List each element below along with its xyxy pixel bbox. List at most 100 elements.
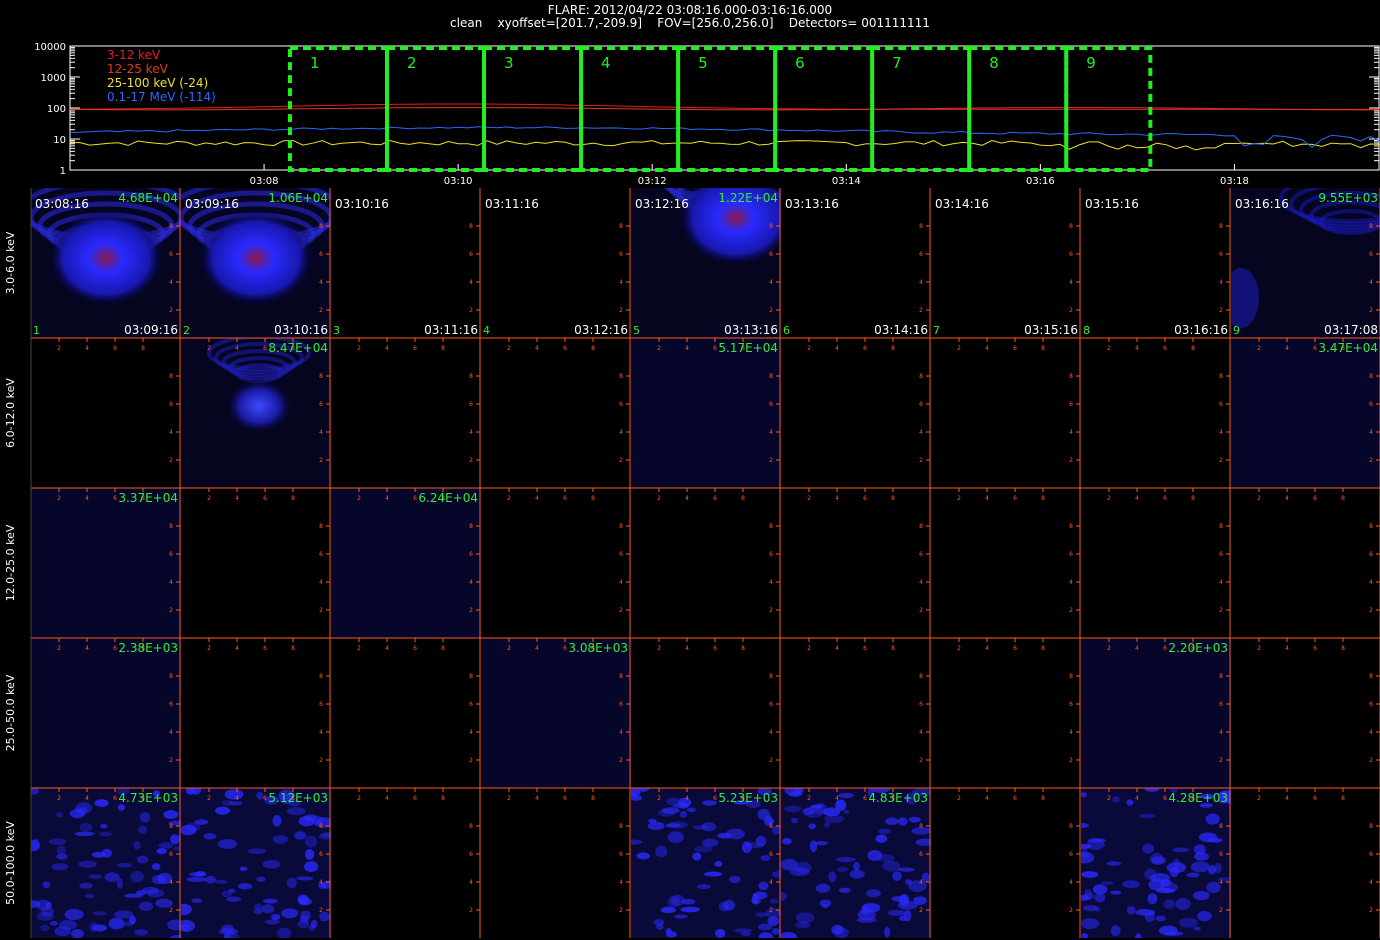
frame-top-tick-label: 2 — [1107, 345, 1111, 352]
noise-speck — [262, 859, 281, 869]
noise-speck — [718, 901, 730, 912]
frame-right-tick-label: 2 — [1369, 607, 1373, 614]
frame-right-tick-label: 6 — [619, 851, 623, 858]
max-value-label: 4.83E+03 — [868, 791, 928, 805]
frame-top-tick-label: 4 — [85, 495, 89, 502]
frame-top-tick-label: 8 — [1191, 495, 1195, 502]
frame-right-tick-label: 4 — [1369, 279, 1373, 286]
noise-speck — [653, 919, 665, 926]
frame-right-tick-label: 6 — [1069, 251, 1073, 258]
noise-speck — [239, 866, 248, 871]
interval-number-label: 2 — [183, 324, 190, 337]
cell-background — [781, 638, 931, 788]
frame-right-tick-label: 8 — [619, 523, 623, 530]
frame-right-tick-label: 4 — [1069, 429, 1073, 436]
frame-right-tick-label: 6 — [1219, 851, 1223, 858]
frame-top-tick-label: 2 — [57, 645, 61, 652]
image-cell: 2 4 6 8 2 4 6 8 — [781, 337, 931, 488]
frame-right-tick-label: 8 — [319, 823, 323, 830]
max-value-label: 9.55E+03 — [1318, 191, 1378, 205]
noise-speck — [696, 883, 711, 890]
frame-top-tick-label: 2 — [657, 345, 661, 352]
frame-right-tick-label: 8 — [169, 223, 173, 230]
image-cell: 2 4 6 824686.24E+04 — [331, 487, 481, 638]
frame-right-tick-label: 6 — [1219, 701, 1223, 708]
frame-right-tick-label: 4 — [319, 729, 323, 736]
noise-speck — [88, 874, 103, 879]
frame-top-tick-label: 6 — [713, 345, 717, 352]
frame-top-tick-label: 2 — [1257, 345, 1261, 352]
frame-right-tick-label: 2 — [1069, 457, 1073, 464]
end-time-label: 03:14:16 — [874, 323, 928, 337]
noise-speck — [861, 902, 881, 913]
frame-top-tick-label: 6 — [263, 795, 267, 802]
frame-top-tick-label: 2 — [357, 495, 361, 502]
max-value-label: 3.47E+04 — [1318, 341, 1378, 355]
noise-speck — [237, 883, 253, 890]
frame-right-tick-label: 4 — [1219, 429, 1223, 436]
frame-top-tick-label: 4 — [535, 345, 539, 352]
cell-background — [181, 638, 331, 788]
frame-top-tick-label: 6 — [563, 345, 567, 352]
noise-speck — [181, 924, 190, 930]
frame-right-tick-label: 4 — [469, 579, 473, 586]
frame-top-tick-label: 6 — [1163, 345, 1167, 352]
noise-speck — [1179, 917, 1198, 928]
frame-right-tick-label: 6 — [469, 701, 473, 708]
cell-background — [631, 638, 781, 788]
frame-top-tick-label: 6 — [1163, 645, 1167, 652]
noise-speck — [1138, 813, 1156, 819]
frame-right-tick-label: 8 — [769, 523, 773, 530]
noise-speck — [1081, 933, 1089, 938]
noise-speck — [272, 834, 288, 844]
start-time-label: 03:16:16 — [1235, 197, 1289, 211]
noise-speck — [188, 872, 207, 877]
noise-speck — [757, 808, 771, 821]
frame-right-tick-label: 2 — [469, 457, 473, 464]
frame-right-tick-label: 4 — [319, 579, 323, 586]
noise-speck — [1081, 871, 1099, 878]
frame-right-tick-label: 4 — [769, 729, 773, 736]
frame-right-tick-label: 2 — [619, 307, 623, 314]
image-cell: 2 4 6 8 2 4 6 8 — [1081, 487, 1231, 638]
noise-speck — [98, 831, 113, 837]
frame-top-tick-label: 6 — [1013, 495, 1017, 502]
frame-top-tick-label: 8 — [1341, 645, 1345, 652]
frame-right-tick-label: 6 — [919, 251, 923, 258]
max-value-label: 3.37E+04 — [118, 491, 178, 505]
noise-speck — [1101, 881, 1114, 886]
noise-speck — [89, 922, 99, 932]
frame-top-tick-label: 4 — [1135, 345, 1139, 352]
noise-speck — [1122, 880, 1140, 889]
frame-right-tick-label: 8 — [919, 673, 923, 680]
frame-right-tick-label: 2 — [1219, 307, 1223, 314]
noise-speck — [679, 810, 688, 818]
max-value-label: 6.24E+04 — [418, 491, 478, 505]
noise-speck — [1144, 868, 1157, 880]
cell-background — [481, 488, 631, 638]
image-cell: 2 4 6 8 2 4 6 8 — [1081, 337, 1231, 488]
energy-band-label: 6.0-12.0 keV — [4, 378, 17, 448]
frame-top-tick-label: 2 — [657, 495, 661, 502]
noise-speck — [692, 852, 702, 861]
frame-top-tick-label: 8 — [141, 345, 145, 352]
noise-speck — [286, 877, 297, 889]
noise-speck — [665, 928, 672, 935]
frame-right-tick-label: 2 — [169, 907, 173, 914]
noise-speck — [186, 876, 207, 883]
frame-top-tick-label: 6 — [1163, 495, 1167, 502]
end-time-label: 03:17:08 — [1324, 323, 1378, 337]
frame-right-tick-label: 4 — [1369, 579, 1373, 586]
image-cell: 2 4 6 824683.08E+03 — [481, 637, 631, 788]
frame-right-tick-label: 4 — [1369, 429, 1373, 436]
noise-speck — [286, 807, 306, 816]
image-cell: 2 4 6 8 2 4 6 8 — [931, 487, 1081, 638]
frame-right-tick-label: 8 — [469, 823, 473, 830]
noise-speck — [701, 838, 719, 848]
frame-top-tick-label: 4 — [985, 495, 989, 502]
noise-speck — [714, 928, 726, 938]
frame-right-tick-label: 2 — [1069, 307, 1073, 314]
noise-speck — [822, 903, 829, 909]
image-cell: 2 4 6 8 2 4 6 8 — [331, 787, 481, 938]
start-time-label: 03:14:16 — [935, 197, 989, 211]
